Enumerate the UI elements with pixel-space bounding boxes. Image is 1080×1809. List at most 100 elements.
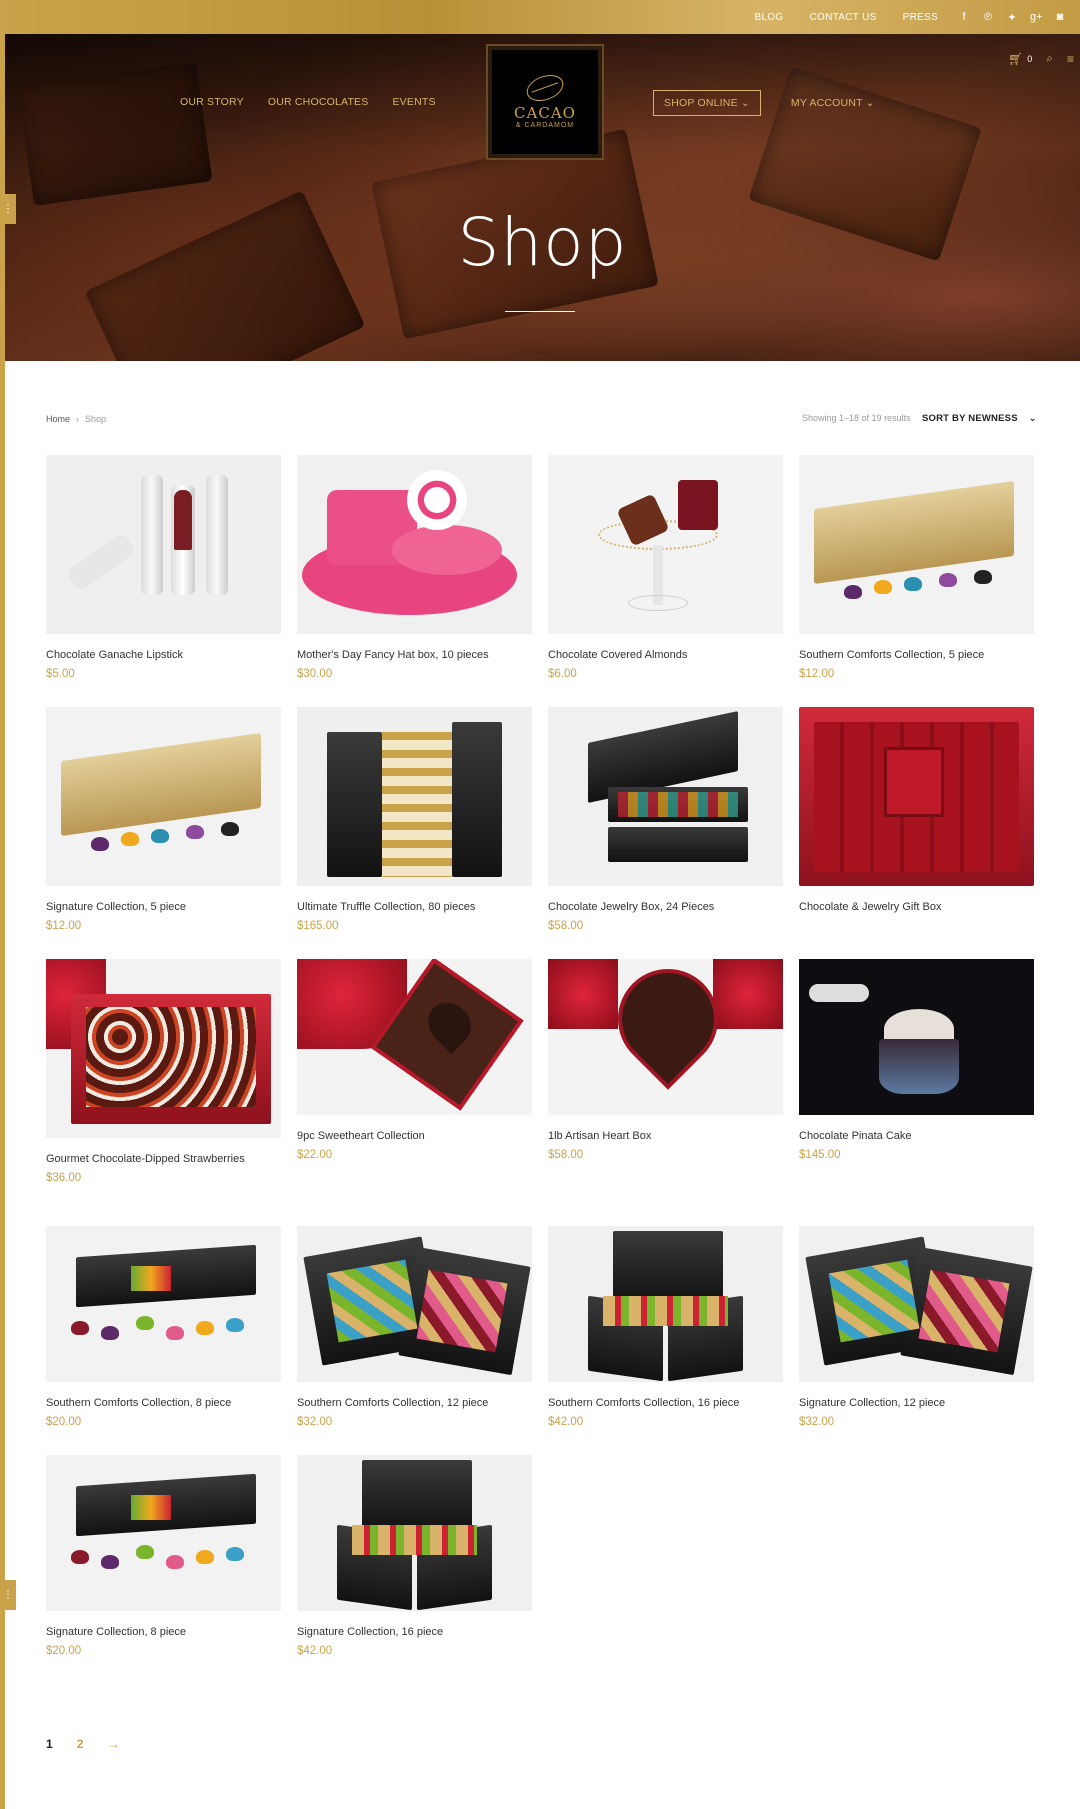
product-card[interactable]: Chocolate Pinata Cake $145.00 (799, 959, 1034, 1161)
product-card[interactable]: 1lb Artisan Heart Box $58.00 (548, 959, 783, 1161)
product-price: $6.00 (548, 668, 577, 680)
product-name[interactable]: Gourmet Chocolate-Dipped Strawberries (46, 1152, 281, 1166)
product-card[interactable]: Gourmet Chocolate-Dipped Strawberries $3… (46, 959, 281, 1184)
contact-us-link[interactable]: CONTACT US (810, 12, 877, 23)
nav-shop-online[interactable]: SHOP ONLINE ⌄ (653, 90, 761, 116)
nav-our-chocolates[interactable]: OUR CHOCOLATES (268, 96, 369, 108)
product-price: $145.00 (799, 1149, 841, 1161)
product-card[interactable]: 9pc Sweetheart Collection $22.00 (297, 959, 532, 1161)
product-name[interactable]: Ultimate Truffle Collection, 80 pieces (297, 900, 532, 914)
hero-banner: OUR STORY OUR CHOCOLATES EVENTS CACAO & … (5, 34, 1080, 361)
product-name[interactable]: Signature Collection, 5 piece (46, 900, 281, 914)
product-image[interactable] (297, 707, 532, 886)
product-name[interactable]: Southern Comforts Collection, 8 piece (46, 1396, 281, 1410)
product-price: $42.00 (548, 1416, 584, 1428)
blog-link[interactable]: BLOG (755, 12, 784, 23)
product-price: $58.00 (548, 1149, 584, 1161)
product-card[interactable]: Chocolate & Jewelry Gift Box (799, 707, 1034, 914)
product-price: $36.00 (46, 1172, 82, 1184)
google-plus-icon[interactable]: g+ (1030, 11, 1043, 24)
breadcrumb-current: Shop (85, 414, 107, 424)
product-image[interactable] (46, 1455, 281, 1611)
product-card[interactable]: Southern Comforts Collection, 5 piece $1… (799, 455, 1034, 680)
logo-subtext: & CARDAMOM (515, 121, 575, 129)
page-link-2[interactable]: 2 (77, 1737, 84, 1751)
title-underline (505, 311, 575, 312)
site-logo[interactable]: CACAO & CARDAMOM (486, 44, 604, 160)
product-card[interactable]: Southern Comforts Collection, 8 piece $2… (46, 1226, 281, 1428)
product-price: $12.00 (799, 668, 835, 680)
breadcrumb: Home › Shop (46, 414, 106, 424)
product-card[interactable]: Signature Collection, 5 piece $12.00 (46, 707, 281, 932)
cart-icon[interactable]: 🛒︎ (1008, 52, 1023, 66)
product-image[interactable] (799, 707, 1034, 886)
product-image[interactable] (799, 1226, 1034, 1382)
product-name[interactable]: Mother's Day Fancy Hat box, 10 pieces (297, 648, 532, 662)
side-options-tab[interactable]: ⋮ (0, 194, 16, 224)
product-image[interactable] (46, 1226, 281, 1382)
product-image[interactable] (548, 1226, 783, 1382)
next-page-arrow-icon[interactable]: → (107, 1737, 119, 1751)
product-name[interactable]: Signature Collection, 16 piece (297, 1625, 532, 1639)
breadcrumb-home[interactable]: Home (46, 414, 70, 424)
product-card[interactable]: Southern Comforts Collection, 12 piece $… (297, 1226, 532, 1428)
main-nav-left: OUR STORY OUR CHOCOLATES EVENTS (180, 96, 436, 108)
product-name[interactable]: Chocolate Covered Almonds (548, 648, 783, 662)
side-options-tab[interactable]: ⋮ (0, 1580, 16, 1610)
product-name[interactable]: Signature Collection, 8 piece (46, 1625, 281, 1639)
product-card[interactable]: Chocolate Covered Almonds $6.00 (548, 455, 783, 680)
product-card[interactable]: Chocolate Jewelry Box, 24 Pieces $58.00 (548, 707, 783, 932)
main-nav-right: SHOP ONLINE ⌄ MY ACCOUNT ⌄ (653, 90, 875, 116)
product-image[interactable] (46, 959, 281, 1138)
twitter-icon[interactable]: ✦ (1006, 11, 1018, 24)
product-name[interactable]: Chocolate & Jewelry Gift Box (799, 900, 1034, 914)
product-price: $165.00 (297, 920, 339, 932)
product-card[interactable]: Southern Comforts Collection, 16 piece $… (548, 1226, 783, 1428)
product-card[interactable]: Mother's Day Fancy Hat box, 10 pieces $3… (297, 455, 532, 680)
nav-my-account[interactable]: MY ACCOUNT ⌄ (791, 97, 875, 109)
chevron-down-icon: ⌄ (1028, 413, 1037, 424)
page-current: 1 (46, 1737, 53, 1751)
product-card[interactable]: Signature Collection, 8 piece $20.00 (46, 1455, 281, 1657)
cart-count: 0 (1027, 53, 1033, 64)
product-name[interactable]: Southern Comforts Collection, 16 piece (548, 1396, 783, 1410)
product-image[interactable] (297, 455, 532, 634)
facebook-icon[interactable]: f (958, 11, 970, 24)
press-link[interactable]: PRESS (903, 12, 938, 23)
sort-dropdown[interactable]: SORT BY NEWNESS ⌄ (922, 413, 1037, 424)
product-price: $30.00 (297, 668, 333, 680)
nav-events[interactable]: EVENTS (392, 96, 435, 108)
search-icon[interactable]: ⌕ (1046, 51, 1053, 66)
product-card[interactable]: Ultimate Truffle Collection, 80 pieces $… (297, 707, 532, 932)
product-card[interactable]: Signature Collection, 12 piece $32.00 (799, 1226, 1034, 1428)
instagram-icon[interactable]: ◙ (1054, 11, 1066, 24)
product-card[interactable]: Chocolate Ganache Lipstick $5.00 (46, 455, 281, 680)
product-image[interactable] (46, 707, 281, 886)
product-name[interactable]: Chocolate Pinata Cake (799, 1129, 1034, 1143)
social-links: f ℗ ✦ g+ ◙ (958, 11, 1066, 24)
product-card[interactable]: Signature Collection, 16 piece $42.00 (297, 1455, 532, 1657)
product-name[interactable]: Chocolate Jewelry Box, 24 Pieces (548, 900, 783, 914)
product-image[interactable] (297, 959, 532, 1115)
product-name[interactable]: 9pc Sweetheart Collection (297, 1129, 532, 1143)
product-image[interactable] (297, 1455, 532, 1611)
product-price: $12.00 (46, 920, 82, 932)
product-name[interactable]: 1lb Artisan Heart Box (548, 1129, 783, 1143)
product-name[interactable]: Signature Collection, 12 piece (799, 1396, 1034, 1410)
product-name[interactable]: Southern Comforts Collection, 12 piece (297, 1396, 532, 1410)
pinterest-icon[interactable]: ℗ (982, 11, 994, 24)
product-name[interactable]: Southern Comforts Collection, 5 piece (799, 648, 1034, 662)
menu-icon[interactable]: ≡ (1067, 52, 1074, 66)
product-image[interactable] (548, 455, 783, 634)
logo-text: CACAO (514, 103, 576, 122)
product-price: $20.00 (46, 1416, 82, 1428)
chevron-down-icon: ⌄ (740, 97, 750, 109)
product-image[interactable] (799, 455, 1034, 634)
product-image[interactable] (297, 1226, 532, 1382)
product-image[interactable] (46, 455, 281, 634)
product-image[interactable] (548, 707, 783, 886)
nav-our-story[interactable]: OUR STORY (180, 96, 244, 108)
product-image[interactable] (799, 959, 1034, 1115)
product-image[interactable] (548, 959, 783, 1115)
product-name[interactable]: Chocolate Ganache Lipstick (46, 648, 281, 662)
